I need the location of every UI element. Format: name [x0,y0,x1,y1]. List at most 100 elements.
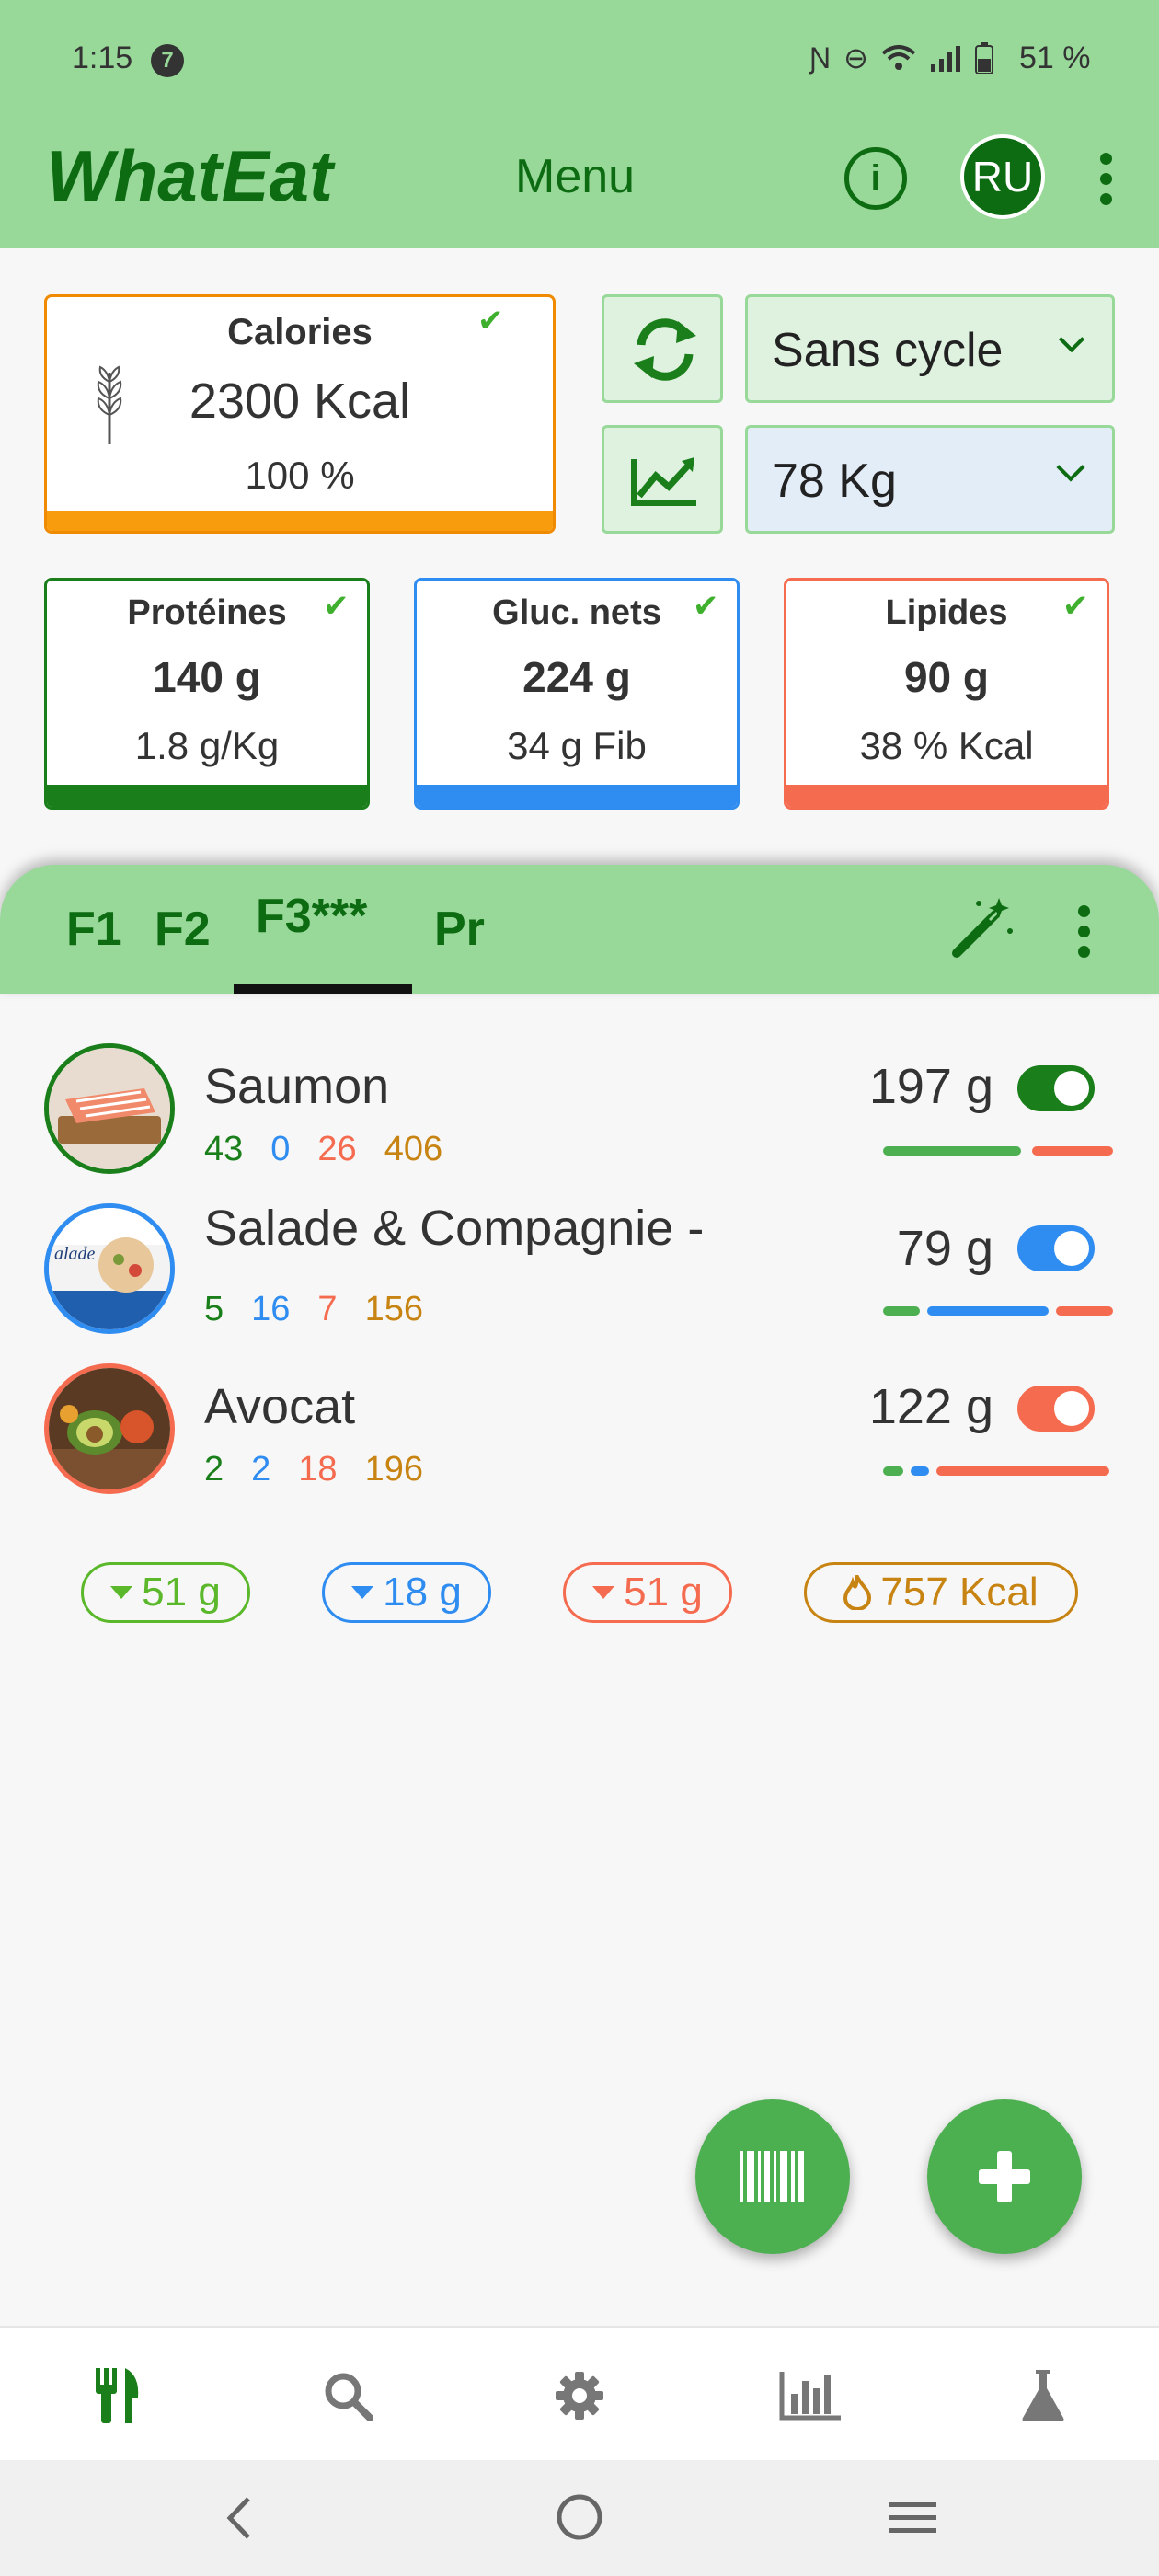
app-title: WhatEat [46,135,333,216]
remaining-kcal: 757 Kcal [880,1570,1039,1615]
food-protein-bar [883,1306,920,1316]
triangle-down-icon [351,1586,374,1599]
search-icon[interactable] [322,2370,373,2421]
chevron-down-icon [1056,453,1085,482]
avatar[interactable]: RU [960,134,1045,219]
calories-card[interactable]: Calories ✔ 2300 Kcal 100 % [44,294,556,534]
flame-icon [843,1575,872,1610]
barcode-icon [740,2151,804,2202]
food-weight[interactable]: 197 g [809,1058,993,1115]
plus-icon [979,2151,1030,2202]
food-image-saumon [44,1043,175,1174]
food-carbs-bar [911,1466,929,1476]
triangle-down-icon [110,1586,133,1599]
bar-chart-icon[interactable] [778,2370,843,2421]
food-protein: 5 [204,1290,224,1328]
food-kcal: 406 [384,1130,443,1168]
food-fat: 18 [298,1450,338,1489]
protein-card[interactable]: Protéines ✔ 140 g 1.8 g/Kg [44,578,370,810]
food-macros: 43 0 26 406 [204,1130,442,1169]
tab-f1[interactable]: F1 [66,902,122,957]
back-icon[interactable] [221,2495,258,2541]
food-fat: 7 [317,1290,338,1328]
home-icon[interactable] [556,2493,603,2541]
active-tab-indicator [234,984,412,994]
food-fat-bar [936,1466,1109,1476]
fat-title: Lipides [885,593,1008,632]
carbs-fiber: 34 g Fib [507,724,647,767]
remaining-protein-pill: 51 g [81,1562,250,1623]
food-fat-bar [1056,1306,1113,1316]
carbs-card[interactable]: Gluc. nets ✔ 224 g 34 g Fib [414,578,740,810]
food-fat-bar [1032,1146,1113,1156]
bottom-navigation [0,2326,1159,2462]
flask-icon[interactable] [1019,2368,1067,2423]
food-toggle[interactable] [1017,1386,1095,1432]
fat-kcal-percent: 38 % Kcal [859,724,1034,767]
cycle-select-value: Sans cycle [772,324,1004,377]
food-weight[interactable]: 79 g [809,1220,993,1277]
check-icon: ✔ [693,589,719,624]
fork-knife-icon[interactable] [92,2366,142,2425]
status-time: 1:15 [72,40,133,75]
food-image-salade: alade [44,1203,175,1334]
check-icon: ✔ [323,589,350,624]
remaining-protein: 51 g [142,1570,221,1615]
remaining-carbs: 18 g [383,1570,462,1615]
food-kcal: 156 [364,1290,423,1328]
notification-count-badge: 7 [151,44,184,77]
weight-select[interactable]: 78 Kg [745,425,1115,534]
fat-card[interactable]: Lipides ✔ 90 g 38 % Kcal [784,578,1109,810]
tab-f3[interactable]: F3*** [256,889,367,944]
remaining-kcal-pill: 757 Kcal [804,1562,1078,1623]
nfc-icon: Ɲ [809,40,832,75]
calories-progress-bar [47,511,553,531]
weight-trend-button[interactable] [602,425,723,534]
refresh-button[interactable] [602,294,723,403]
triangle-down-icon [592,1586,615,1599]
battery-percent: 51 % [1019,40,1091,75]
chevron-down-icon [1058,326,1085,353]
calories-percent: 100 % [245,454,355,497]
info-icon[interactable]: i [844,147,907,210]
fat-value: 90 g [903,653,990,701]
recents-icon[interactable] [887,2499,938,2537]
tab-pr[interactable]: Pr [434,902,485,957]
check-icon: ✔ [1062,589,1089,624]
food-name[interactable]: Salade & Compagnie - [204,1200,704,1257]
scan-barcode-button[interactable] [695,2099,850,2254]
remaining-fat: 51 g [624,1570,703,1615]
remaining-carbs-pill: 18 g [322,1562,491,1623]
cycle-select[interactable]: Sans cycle [745,294,1115,403]
food-toggle[interactable] [1017,1065,1095,1111]
protein-per-kg: 1.8 g/Kg [134,724,280,767]
food-carbs: 16 [251,1290,291,1328]
food-kcal: 196 [364,1450,423,1489]
gear-icon[interactable] [554,2370,605,2421]
food-toggle[interactable] [1017,1225,1095,1271]
food-weight[interactable]: 122 g [809,1378,993,1435]
food-protein: 2 [204,1450,224,1489]
check-icon: ✔ [477,304,504,339]
protein-value: 140 g [153,653,261,701]
food-fat: 26 [317,1130,357,1168]
carbs-progress-bar [417,785,737,807]
refresh-icon [634,318,696,381]
food-carbs: 2 [251,1450,271,1489]
carbs-value: 224 g [522,653,631,701]
meal-menu-icon[interactable] [1078,905,1091,958]
menu-button[interactable]: Menu [515,149,635,204]
wifi-icon [881,45,916,70]
food-image-avocat [44,1363,175,1494]
food-name[interactable]: Avocat [204,1378,355,1435]
magic-wand-icon[interactable] [951,894,1016,959]
signal-icon [930,46,960,72]
add-food-button[interactable] [927,2099,1082,2254]
tab-f2[interactable]: F2 [155,902,211,957]
weight-select-value: 78 Kg [772,454,897,508]
food-name[interactable]: Saumon [204,1058,389,1115]
food-carbs: 0 [270,1130,291,1168]
food-protein: 43 [204,1130,244,1168]
status-icons: Ɲ ⊖ [809,40,993,75]
overflow-menu-icon[interactable] [1100,153,1113,205]
